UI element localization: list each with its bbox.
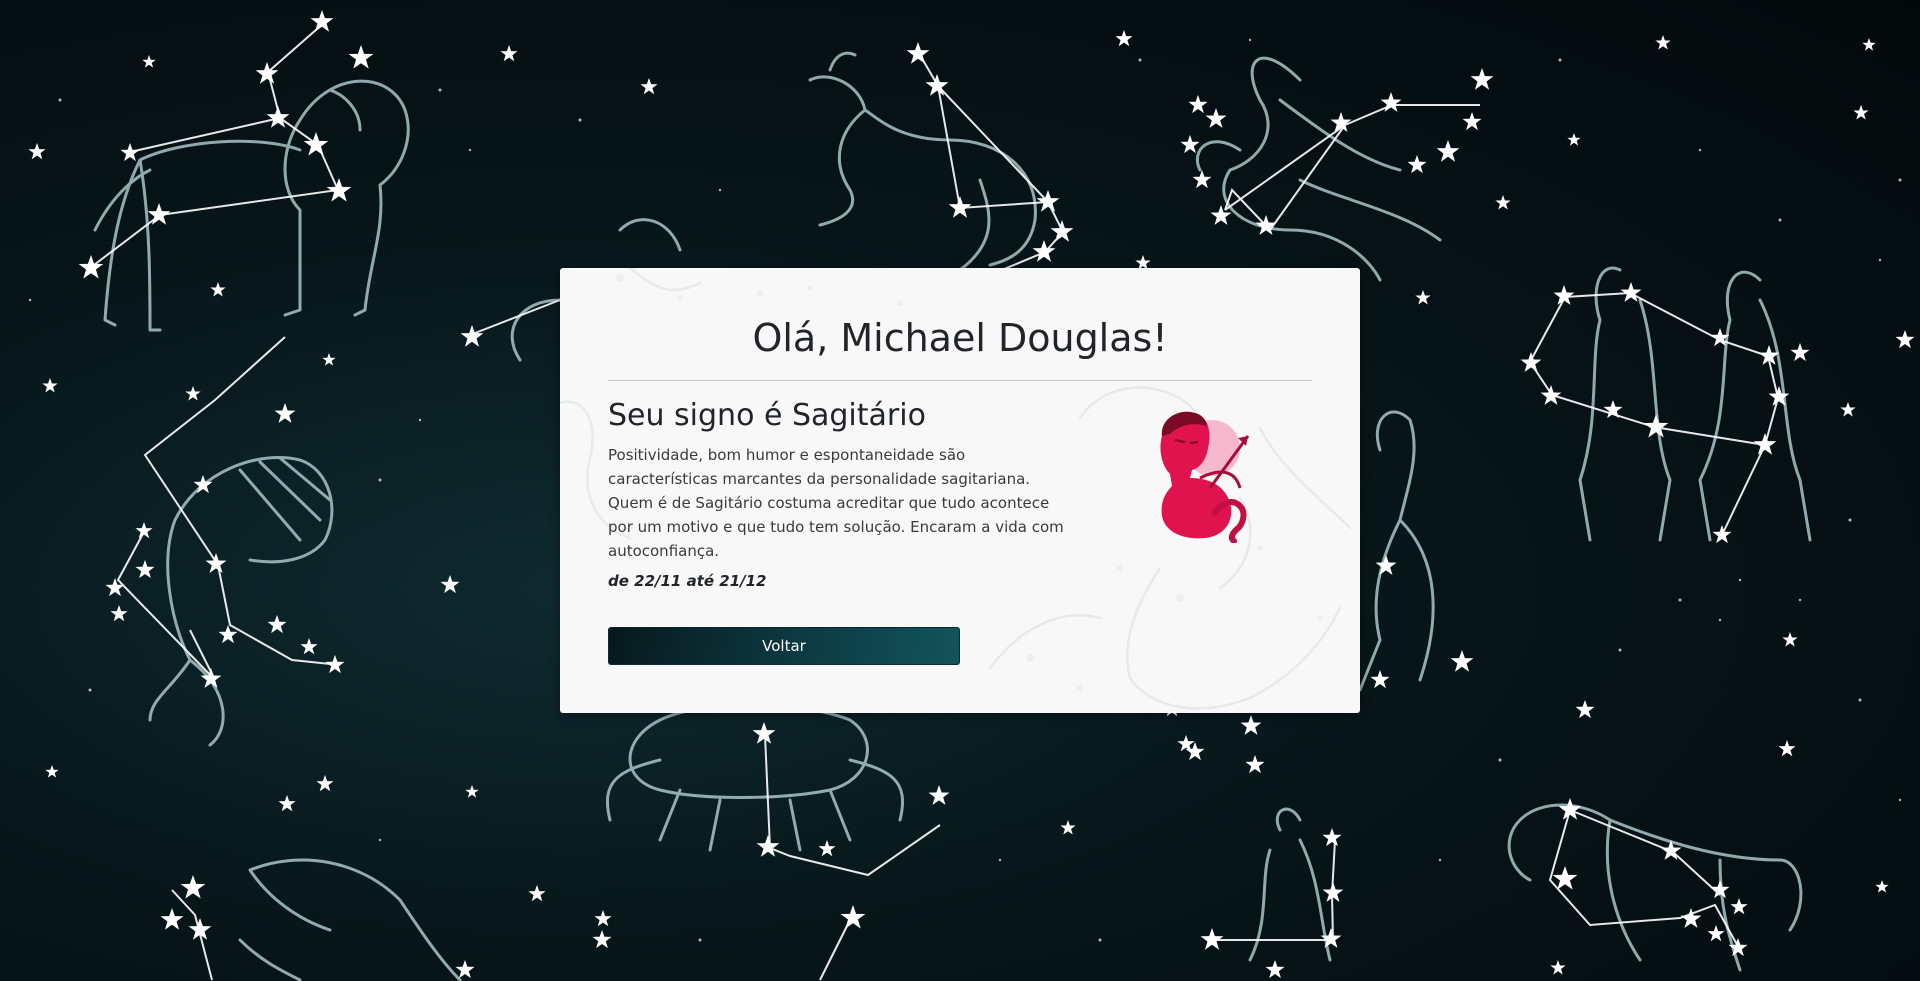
sagittarius-centaur-icon: [1160, 411, 1250, 543]
sign-title: Seu signo é Sagitário: [608, 398, 926, 433]
greeting-title: Olá, Michael Douglas!: [752, 316, 1168, 360]
back-button[interactable]: Voltar: [608, 627, 960, 665]
divider: [608, 380, 1312, 381]
sign-result-card: Olá, Michael Douglas! Seu signo é Sagitá…: [560, 268, 1360, 713]
sign-date-range: de 22/11 até 21/12: [608, 572, 767, 590]
sign-description: Positividade, bom humor e espontaneidade…: [608, 446, 1064, 560]
